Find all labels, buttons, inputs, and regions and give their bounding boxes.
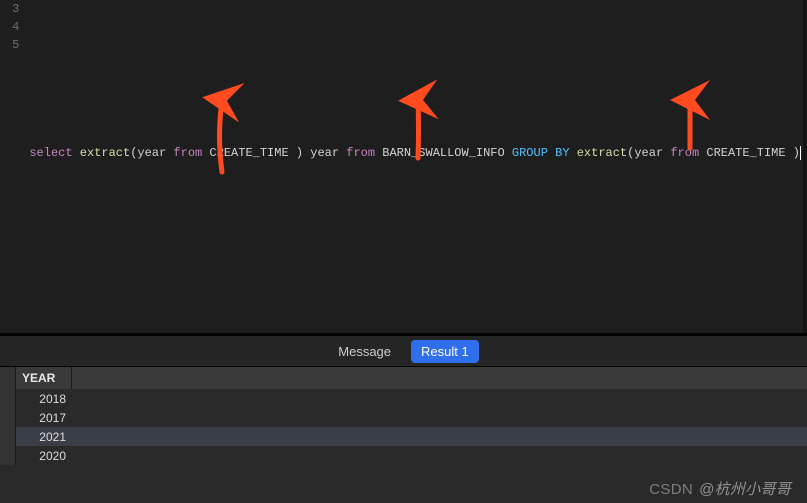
row-number-cell — [0, 446, 16, 465]
row-number-cell — [0, 427, 16, 446]
cell-year[interactable]: 2018 — [16, 392, 72, 406]
code-token: (year — [627, 146, 670, 160]
code-token — [570, 146, 577, 160]
tab-message[interactable]: Message — [328, 340, 401, 363]
code-editor[interactable]: 3 4 5 select extract(year from CREATE_TI… — [0, 0, 807, 333]
code-token: (year — [130, 146, 173, 160]
results-grid[interactable]: YEAR 2018 2017 2021 2020 CSDN @杭州小哥哥 — [0, 367, 807, 503]
row-number-cell — [0, 408, 16, 427]
row-number-header — [0, 367, 16, 389]
line-number: 4 — [0, 18, 19, 36]
table-row[interactable]: 2021 — [0, 427, 807, 446]
line-number-gutter: 3 4 5 — [0, 0, 29, 333]
table-row[interactable]: 2020 — [0, 446, 807, 465]
table-row[interactable]: 2017 — [0, 408, 807, 427]
cell-year[interactable]: 2021 — [16, 430, 72, 444]
code-token: from — [173, 146, 202, 160]
code-area[interactable]: select extract(year from CREATE_TIME ) y… — [29, 0, 807, 333]
column-header-year[interactable]: YEAR — [16, 367, 72, 389]
code-token: CREATE_TIME ) — [699, 146, 800, 160]
code-token: from — [670, 146, 699, 160]
code-token: select — [29, 146, 79, 160]
code-token: CREATE_TIME ) year — [202, 146, 346, 160]
grid-header-row: YEAR — [0, 367, 807, 389]
cell-year[interactable]: 2020 — [16, 449, 72, 463]
watermark-text: @杭州小哥哥 — [699, 481, 791, 498]
watermark: CSDN @杭州小哥哥 — [649, 478, 791, 499]
tab-result-1[interactable]: Result 1 — [411, 340, 479, 363]
watermark-prefix: CSDN — [649, 481, 693, 498]
line-number: 5 — [0, 36, 19, 54]
code-token: GROUP BY — [512, 146, 570, 160]
result-tabs: Message Result 1 — [0, 335, 807, 367]
cell-year[interactable]: 2017 — [16, 411, 72, 425]
line-number: 3 — [0, 0, 19, 18]
code-token: from — [346, 146, 375, 160]
table-row[interactable]: 2018 — [0, 389, 807, 408]
code-token: BARN_SWALLOW_INFO — [375, 146, 512, 160]
scrollbar-track[interactable] — [803, 0, 807, 333]
code-line[interactable]: select extract(year from CREATE_TIME ) y… — [29, 144, 801, 162]
text-cursor — [800, 146, 801, 160]
grid-body: 2018 2017 2021 2020 — [0, 389, 807, 465]
code-token: extract — [577, 146, 627, 160]
code-token: extract — [80, 146, 130, 160]
row-number-cell — [0, 389, 16, 408]
